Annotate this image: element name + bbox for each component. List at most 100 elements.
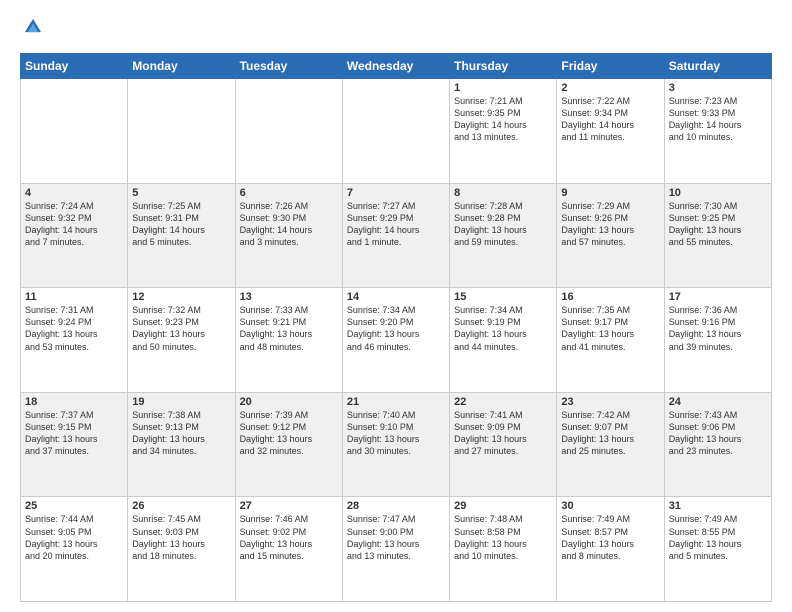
calendar-cell: 6Sunrise: 7:26 AM Sunset: 9:30 PM Daylig…	[235, 183, 342, 288]
calendar-cell: 19Sunrise: 7:38 AM Sunset: 9:13 PM Dayli…	[128, 392, 235, 497]
day-info: Sunrise: 7:35 AM Sunset: 9:17 PM Dayligh…	[561, 304, 659, 353]
calendar-cell: 16Sunrise: 7:35 AM Sunset: 9:17 PM Dayli…	[557, 288, 664, 393]
day-info: Sunrise: 7:25 AM Sunset: 9:31 PM Dayligh…	[132, 200, 230, 249]
day-info: Sunrise: 7:49 AM Sunset: 8:57 PM Dayligh…	[561, 513, 659, 562]
calendar-week-2: 4Sunrise: 7:24 AM Sunset: 9:32 PM Daylig…	[21, 183, 772, 288]
day-info: Sunrise: 7:37 AM Sunset: 9:15 PM Dayligh…	[25, 409, 123, 458]
header-row: SundayMondayTuesdayWednesdayThursdayFrid…	[21, 54, 772, 79]
day-number: 13	[240, 291, 338, 303]
col-header-thursday: Thursday	[450, 54, 557, 79]
day-number: 14	[347, 291, 445, 303]
calendar-week-4: 18Sunrise: 7:37 AM Sunset: 9:15 PM Dayli…	[21, 392, 772, 497]
day-info: Sunrise: 7:43 AM Sunset: 9:06 PM Dayligh…	[669, 409, 767, 458]
day-info: Sunrise: 7:31 AM Sunset: 9:24 PM Dayligh…	[25, 304, 123, 353]
day-info: Sunrise: 7:34 AM Sunset: 9:20 PM Dayligh…	[347, 304, 445, 353]
calendar-cell: 14Sunrise: 7:34 AM Sunset: 9:20 PM Dayli…	[342, 288, 449, 393]
col-header-friday: Friday	[557, 54, 664, 79]
day-info: Sunrise: 7:41 AM Sunset: 9:09 PM Dayligh…	[454, 409, 552, 458]
calendar-cell: 22Sunrise: 7:41 AM Sunset: 9:09 PM Dayli…	[450, 392, 557, 497]
day-number: 7	[347, 187, 445, 199]
calendar-cell: 2Sunrise: 7:22 AM Sunset: 9:34 PM Daylig…	[557, 79, 664, 184]
calendar-cell	[21, 79, 128, 184]
day-number: 20	[240, 396, 338, 408]
day-info: Sunrise: 7:33 AM Sunset: 9:21 PM Dayligh…	[240, 304, 338, 353]
day-number: 9	[561, 187, 659, 199]
day-info: Sunrise: 7:44 AM Sunset: 9:05 PM Dayligh…	[25, 513, 123, 562]
day-info: Sunrise: 7:39 AM Sunset: 9:12 PM Dayligh…	[240, 409, 338, 458]
day-number: 1	[454, 82, 552, 94]
calendar-cell: 23Sunrise: 7:42 AM Sunset: 9:07 PM Dayli…	[557, 392, 664, 497]
calendar-cell: 1Sunrise: 7:21 AM Sunset: 9:35 PM Daylig…	[450, 79, 557, 184]
calendar-cell: 20Sunrise: 7:39 AM Sunset: 9:12 PM Dayli…	[235, 392, 342, 497]
day-number: 25	[25, 500, 123, 512]
calendar-cell: 25Sunrise: 7:44 AM Sunset: 9:05 PM Dayli…	[21, 497, 128, 602]
day-number: 23	[561, 396, 659, 408]
calendar-cell	[235, 79, 342, 184]
day-info: Sunrise: 7:42 AM Sunset: 9:07 PM Dayligh…	[561, 409, 659, 458]
day-info: Sunrise: 7:23 AM Sunset: 9:33 PM Dayligh…	[669, 95, 767, 144]
day-info: Sunrise: 7:26 AM Sunset: 9:30 PM Dayligh…	[240, 200, 338, 249]
calendar-cell: 31Sunrise: 7:49 AM Sunset: 8:55 PM Dayli…	[664, 497, 771, 602]
calendar-cell: 12Sunrise: 7:32 AM Sunset: 9:23 PM Dayli…	[128, 288, 235, 393]
day-info: Sunrise: 7:32 AM Sunset: 9:23 PM Dayligh…	[132, 304, 230, 353]
calendar-cell: 24Sunrise: 7:43 AM Sunset: 9:06 PM Dayli…	[664, 392, 771, 497]
col-header-monday: Monday	[128, 54, 235, 79]
day-number: 18	[25, 396, 123, 408]
day-number: 4	[25, 187, 123, 199]
calendar-cell: 13Sunrise: 7:33 AM Sunset: 9:21 PM Dayli…	[235, 288, 342, 393]
logo	[20, 16, 48, 43]
day-number: 31	[669, 500, 767, 512]
col-header-sunday: Sunday	[21, 54, 128, 79]
day-number: 21	[347, 396, 445, 408]
header	[20, 16, 772, 43]
day-info: Sunrise: 7:46 AM Sunset: 9:02 PM Dayligh…	[240, 513, 338, 562]
col-header-saturday: Saturday	[664, 54, 771, 79]
day-info: Sunrise: 7:38 AM Sunset: 9:13 PM Dayligh…	[132, 409, 230, 458]
calendar-cell: 17Sunrise: 7:36 AM Sunset: 9:16 PM Dayli…	[664, 288, 771, 393]
day-number: 27	[240, 500, 338, 512]
calendar-cell: 11Sunrise: 7:31 AM Sunset: 9:24 PM Dayli…	[21, 288, 128, 393]
calendar-cell: 26Sunrise: 7:45 AM Sunset: 9:03 PM Dayli…	[128, 497, 235, 602]
day-info: Sunrise: 7:40 AM Sunset: 9:10 PM Dayligh…	[347, 409, 445, 458]
col-header-wednesday: Wednesday	[342, 54, 449, 79]
calendar-cell: 28Sunrise: 7:47 AM Sunset: 9:00 PM Dayli…	[342, 497, 449, 602]
day-number: 29	[454, 500, 552, 512]
day-number: 24	[669, 396, 767, 408]
day-info: Sunrise: 7:30 AM Sunset: 9:25 PM Dayligh…	[669, 200, 767, 249]
day-number: 15	[454, 291, 552, 303]
day-number: 26	[132, 500, 230, 512]
page: SundayMondayTuesdayWednesdayThursdayFrid…	[0, 0, 792, 612]
day-number: 22	[454, 396, 552, 408]
day-info: Sunrise: 7:22 AM Sunset: 9:34 PM Dayligh…	[561, 95, 659, 144]
day-number: 12	[132, 291, 230, 303]
day-number: 30	[561, 500, 659, 512]
calendar-cell: 4Sunrise: 7:24 AM Sunset: 9:32 PM Daylig…	[21, 183, 128, 288]
day-info: Sunrise: 7:49 AM Sunset: 8:55 PM Dayligh…	[669, 513, 767, 562]
day-info: Sunrise: 7:36 AM Sunset: 9:16 PM Dayligh…	[669, 304, 767, 353]
day-number: 2	[561, 82, 659, 94]
calendar-cell: 5Sunrise: 7:25 AM Sunset: 9:31 PM Daylig…	[128, 183, 235, 288]
col-header-tuesday: Tuesday	[235, 54, 342, 79]
day-info: Sunrise: 7:24 AM Sunset: 9:32 PM Dayligh…	[25, 200, 123, 249]
calendar-cell: 29Sunrise: 7:48 AM Sunset: 8:58 PM Dayli…	[450, 497, 557, 602]
calendar-cell	[128, 79, 235, 184]
day-info: Sunrise: 7:29 AM Sunset: 9:26 PM Dayligh…	[561, 200, 659, 249]
calendar-cell: 10Sunrise: 7:30 AM Sunset: 9:25 PM Dayli…	[664, 183, 771, 288]
calendar-table: SundayMondayTuesdayWednesdayThursdayFrid…	[20, 53, 772, 602]
day-info: Sunrise: 7:45 AM Sunset: 9:03 PM Dayligh…	[132, 513, 230, 562]
day-info: Sunrise: 7:21 AM Sunset: 9:35 PM Dayligh…	[454, 95, 552, 144]
day-info: Sunrise: 7:34 AM Sunset: 9:19 PM Dayligh…	[454, 304, 552, 353]
calendar-cell: 7Sunrise: 7:27 AM Sunset: 9:29 PM Daylig…	[342, 183, 449, 288]
calendar-cell: 8Sunrise: 7:28 AM Sunset: 9:28 PM Daylig…	[450, 183, 557, 288]
calendar-cell	[342, 79, 449, 184]
calendar-cell: 18Sunrise: 7:37 AM Sunset: 9:15 PM Dayli…	[21, 392, 128, 497]
calendar-week-3: 11Sunrise: 7:31 AM Sunset: 9:24 PM Dayli…	[21, 288, 772, 393]
day-info: Sunrise: 7:27 AM Sunset: 9:29 PM Dayligh…	[347, 200, 445, 249]
calendar-cell: 15Sunrise: 7:34 AM Sunset: 9:19 PM Dayli…	[450, 288, 557, 393]
day-number: 10	[669, 187, 767, 199]
calendar-cell: 21Sunrise: 7:40 AM Sunset: 9:10 PM Dayli…	[342, 392, 449, 497]
day-number: 28	[347, 500, 445, 512]
day-info: Sunrise: 7:47 AM Sunset: 9:00 PM Dayligh…	[347, 513, 445, 562]
day-number: 11	[25, 291, 123, 303]
calendar-cell: 9Sunrise: 7:29 AM Sunset: 9:26 PM Daylig…	[557, 183, 664, 288]
